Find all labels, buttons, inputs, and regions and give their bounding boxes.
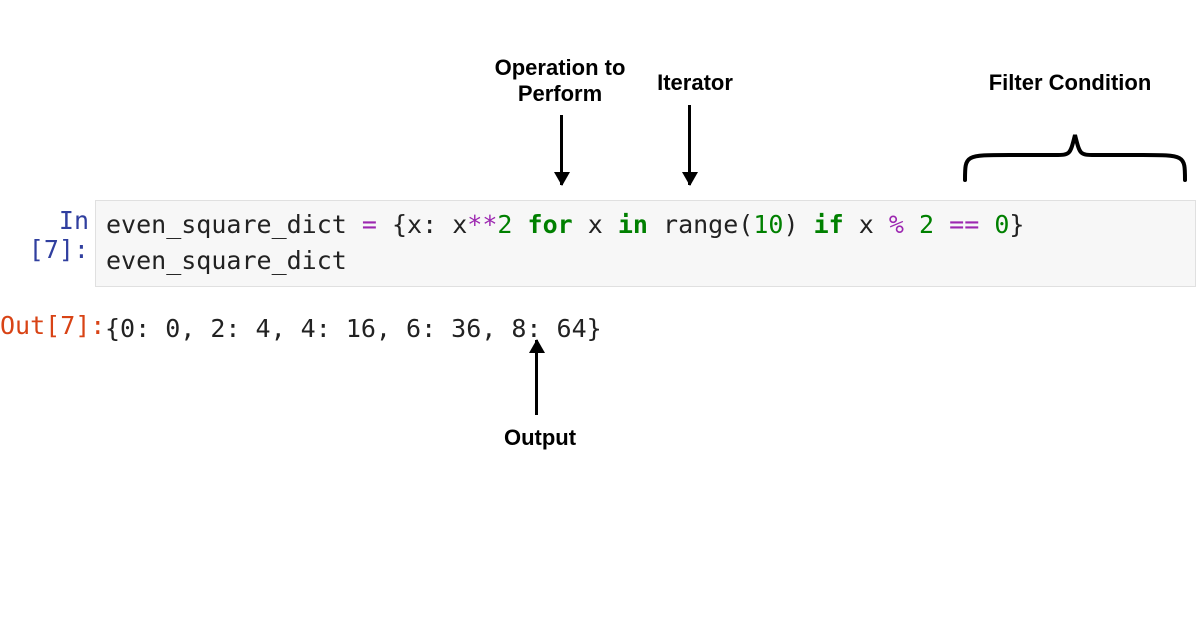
code-close-brace: } [1009,210,1024,239]
input-prompt: In [7]: [0,200,95,270]
code-rangearg: 10 [753,210,783,239]
code-cond2: 2 [919,210,934,239]
arrow-output [535,340,538,415]
code-open-brace: { [392,210,407,239]
annotation-operation-text: Operation to Perform [495,55,626,106]
brace-filter-icon [960,105,1190,185]
annotation-filter: Filter Condition [960,70,1180,96]
code-for: for [528,210,573,239]
code-in: in [618,210,648,239]
code-cond1: x [859,210,874,239]
code-key: x [407,210,422,239]
input-row: In [7]: even_square_dict = {x: x**2 for … [0,200,1200,287]
code-lpar: ( [738,210,753,239]
output-row: Out[7]: {0: 0, 2: 4, 4: 16, 6: 36, 8: 64… [0,305,1200,353]
code-val2: 2 [497,210,512,239]
output-prompt: Out[7]: [0,305,95,346]
code-input[interactable]: even_square_dict = {x: x**2 for x in ran… [95,200,1196,287]
code-if: if [814,210,844,239]
code-colon: : [422,210,452,239]
output-value: {0: 0, 2: 4, 4: 16, 6: 36, 8: 64} [95,305,1200,353]
code-range: range [663,210,738,239]
code-line2: even_square_dict [106,246,347,275]
code-cond3: 0 [994,210,1009,239]
code-loopvar: x [588,210,603,239]
annotation-iterator-text: Iterator [657,70,733,95]
code-cell: In [7]: even_square_dict = {x: x**2 for … [0,200,1200,353]
arrow-operation [560,115,563,185]
annotation-iterator: Iterator [635,70,755,96]
code-val1: x [452,210,467,239]
code-rpar: ) [783,210,798,239]
code-var: even_square_dict [106,210,347,239]
code-pow: ** [467,210,497,239]
code-eq: == [949,210,979,239]
annotation-operation: Operation to Perform [470,55,650,108]
annotation-filter-text: Filter Condition [989,70,1152,95]
arrow-iterator [688,105,691,185]
annotation-output: Output [490,425,590,451]
code-mod: % [889,210,904,239]
code-assign: = [347,210,392,239]
annotation-output-text: Output [504,425,576,450]
